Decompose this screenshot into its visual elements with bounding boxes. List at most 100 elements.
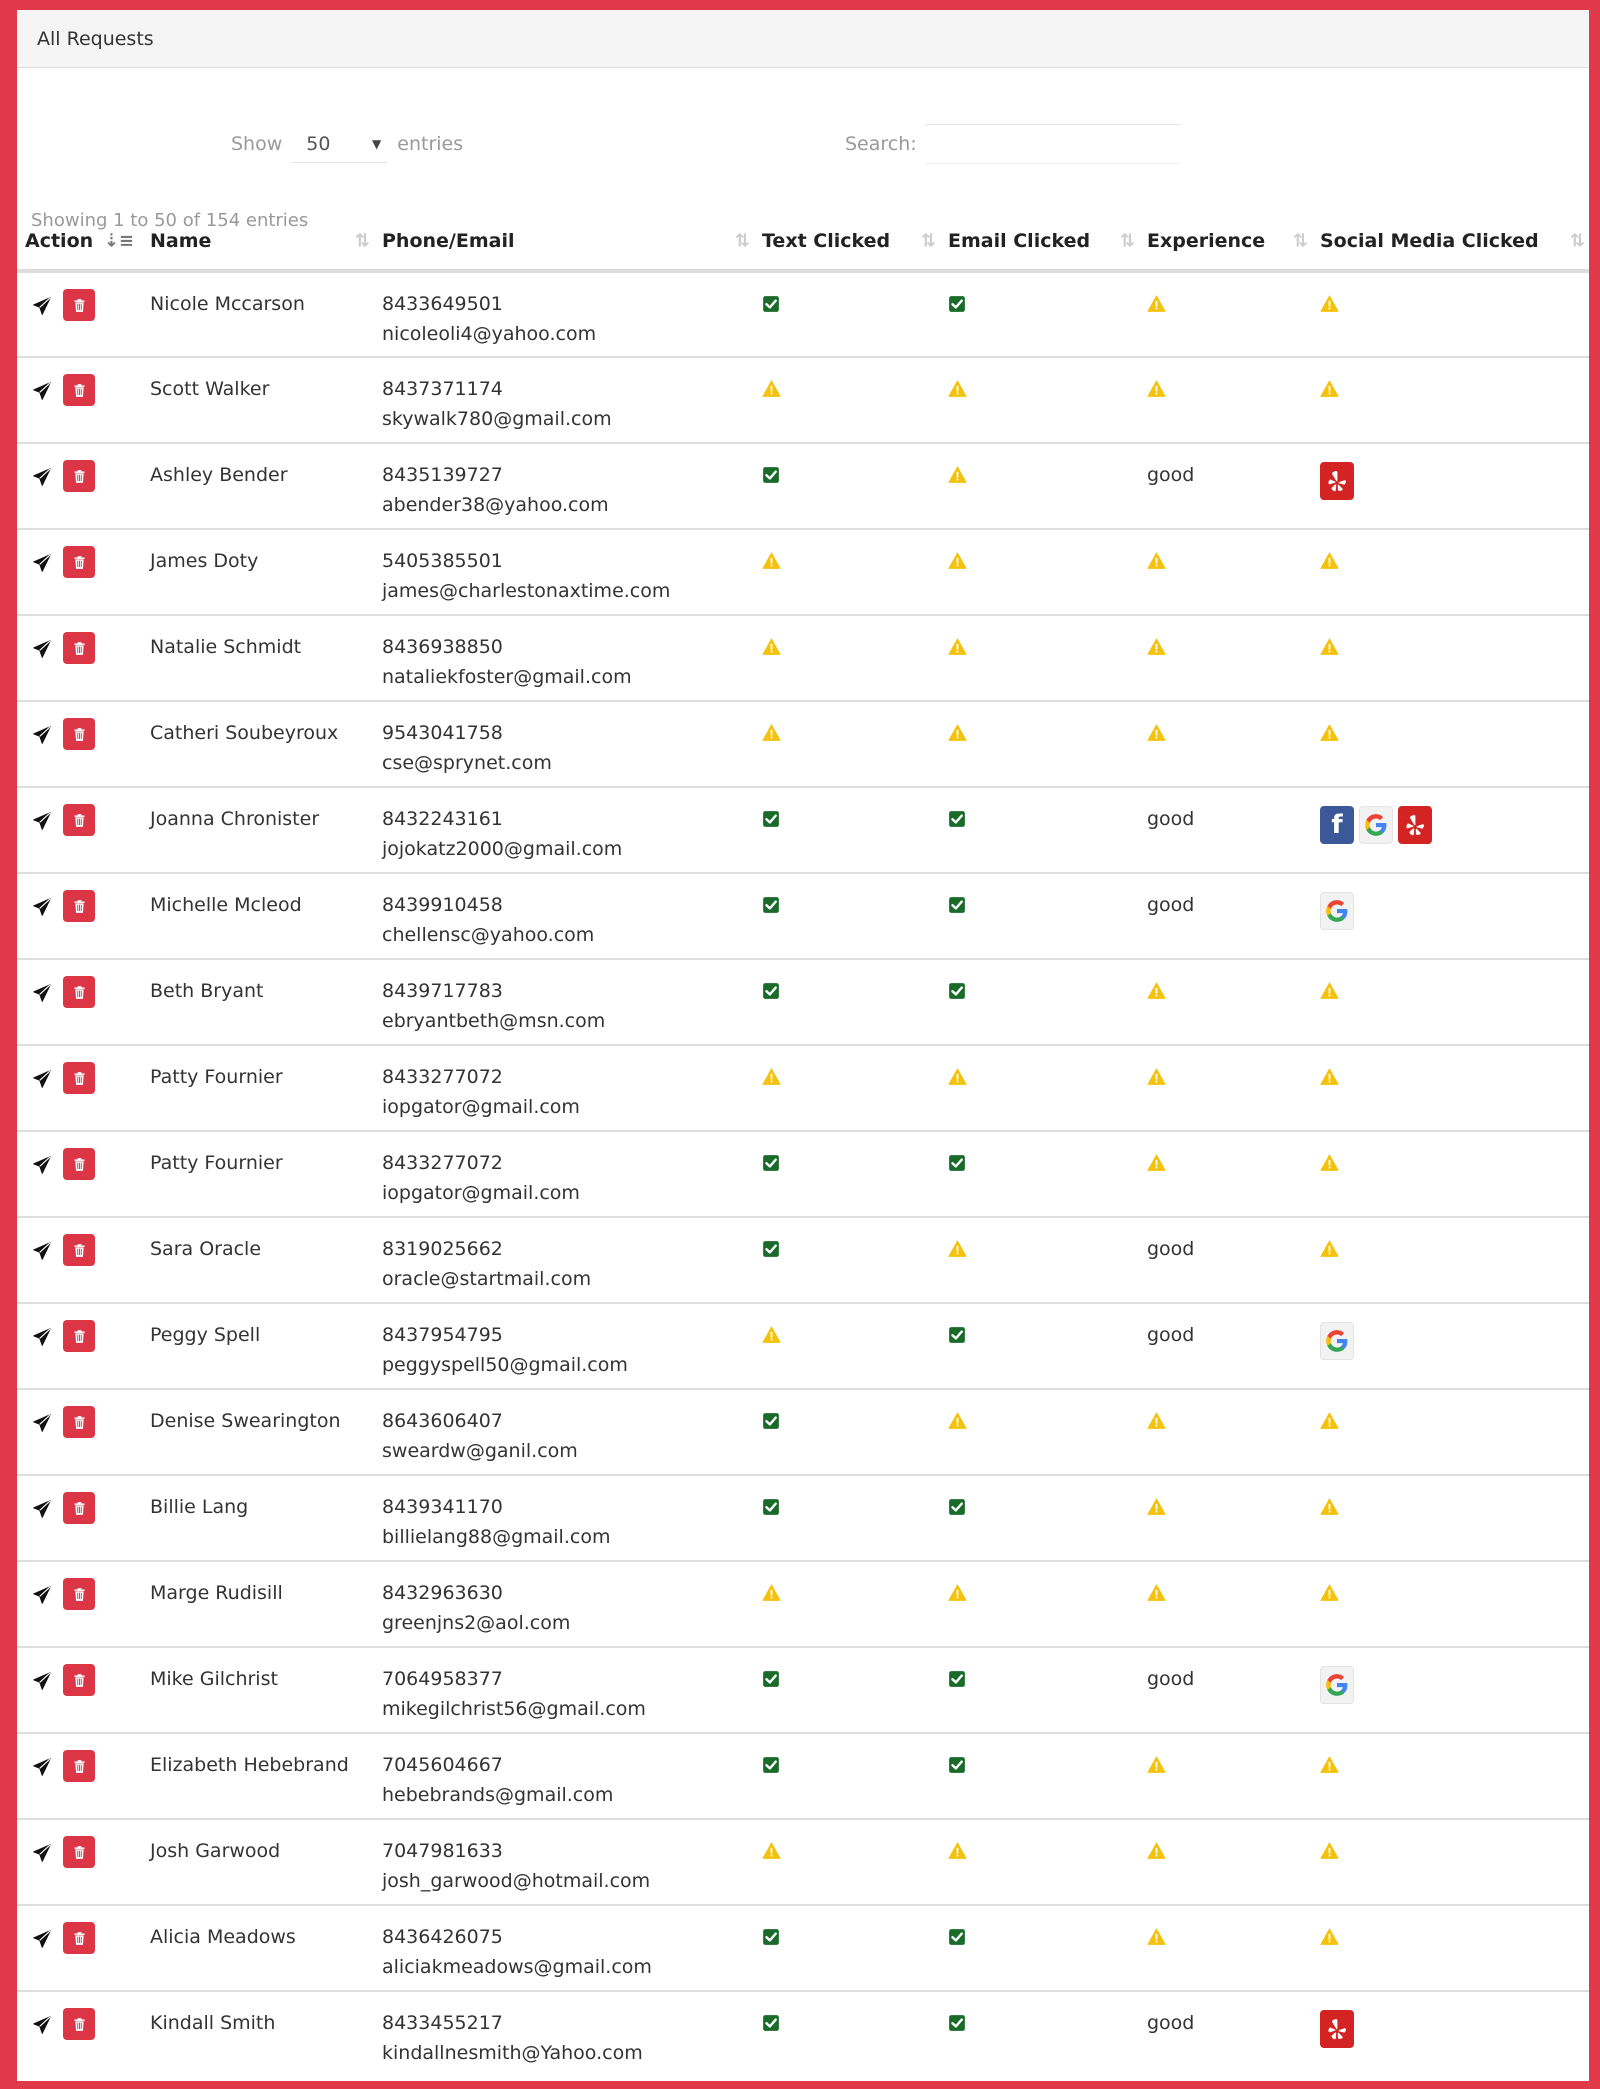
social-media-cell bbox=[1312, 614, 1589, 701]
sort-icon[interactable]: ⇅ bbox=[1293, 231, 1308, 252]
email-address: chellensc@yahoo.com bbox=[382, 924, 595, 946]
check-icon bbox=[762, 1928, 780, 1946]
yelp-icon[interactable] bbox=[1320, 2010, 1354, 2048]
email-address: james@charlestonaxtime.com bbox=[382, 580, 671, 602]
delete-button[interactable] bbox=[63, 890, 95, 922]
social-media-cell bbox=[1312, 1474, 1589, 1561]
delete-button[interactable] bbox=[63, 1750, 95, 1782]
send-icon[interactable] bbox=[33, 984, 51, 1002]
delete-button[interactable] bbox=[63, 718, 95, 750]
sort-icon[interactable]: ⇅ bbox=[355, 231, 370, 252]
phone-number: 8432243161 bbox=[382, 808, 503, 830]
facebook-icon[interactable]: f bbox=[1320, 806, 1354, 844]
table-row: Sara Oracle 8319025662 oracle@startmail.co… bbox=[17, 1216, 1589, 1303]
delete-button[interactable] bbox=[63, 460, 95, 492]
send-icon[interactable] bbox=[33, 1242, 51, 1260]
social-media-cell bbox=[1312, 872, 1589, 959]
text-clicked-cell bbox=[754, 1216, 940, 1303]
entries-length-select[interactable]: 50 ▼ bbox=[292, 125, 388, 163]
delete-button[interactable] bbox=[63, 1664, 95, 1696]
customer-name: Nicole Mccarson bbox=[150, 293, 305, 315]
column-header-social-media-clicked[interactable]: Social Media Clicked ⇅ bbox=[1312, 213, 1589, 273]
phone-number: 8435139727 bbox=[382, 464, 503, 486]
google-icon[interactable] bbox=[1320, 892, 1354, 930]
send-icon[interactable] bbox=[33, 1414, 51, 1432]
sort-icon[interactable]: ⇅ bbox=[735, 231, 750, 252]
table-row: Natalie Schmidt 8436938850 nataliekfoster@… bbox=[17, 614, 1589, 701]
check-icon bbox=[762, 982, 780, 1000]
sort-icon[interactable]: ⇅ bbox=[1120, 231, 1135, 252]
send-icon[interactable] bbox=[33, 2016, 51, 2034]
column-header-name[interactable]: Name ⇅ bbox=[142, 213, 374, 273]
send-icon[interactable] bbox=[33, 554, 51, 572]
google-icon[interactable] bbox=[1320, 1322, 1354, 1360]
column-header-phone-email[interactable]: Phone/Email ⇅ bbox=[374, 213, 754, 273]
send-icon[interactable] bbox=[33, 1070, 51, 1088]
warning-icon bbox=[1147, 1068, 1166, 1086]
delete-button[interactable] bbox=[63, 1320, 95, 1352]
delete-button[interactable] bbox=[63, 1148, 95, 1180]
delete-button[interactable] bbox=[63, 1922, 95, 1954]
delete-button[interactable] bbox=[63, 289, 95, 321]
email-clicked-cell bbox=[940, 1560, 1139, 1647]
text-clicked-cell bbox=[754, 1904, 940, 1991]
delete-button[interactable] bbox=[63, 546, 95, 578]
search-input[interactable] bbox=[924, 124, 1180, 164]
delete-button[interactable] bbox=[63, 632, 95, 664]
warning-icon bbox=[948, 1068, 967, 1086]
send-icon[interactable] bbox=[33, 297, 51, 315]
send-icon[interactable] bbox=[33, 1328, 51, 1346]
delete-button[interactable] bbox=[63, 1492, 95, 1524]
delete-button[interactable] bbox=[63, 1578, 95, 1610]
action-cell bbox=[17, 1560, 142, 1647]
trash-icon bbox=[73, 1673, 85, 1687]
email-address: ebryantbeth@msn.com bbox=[382, 1010, 606, 1032]
send-icon[interactable] bbox=[33, 1500, 51, 1518]
send-icon[interactable] bbox=[33, 640, 51, 658]
send-icon[interactable] bbox=[33, 812, 51, 830]
send-icon[interactable] bbox=[33, 1844, 51, 1862]
google-icon[interactable] bbox=[1320, 1666, 1354, 1704]
name-cell: Marge Rudisill bbox=[142, 1560, 374, 1647]
sort-icon[interactable]: ⇅ bbox=[921, 231, 936, 252]
action-cell bbox=[17, 700, 142, 787]
name-cell: Denise Swearington bbox=[142, 1388, 374, 1475]
send-icon[interactable] bbox=[33, 1930, 51, 1948]
experience-cell bbox=[1139, 1818, 1312, 1905]
column-header-action[interactable]: Action ⇣≡ bbox=[17, 213, 142, 273]
send-icon[interactable] bbox=[33, 468, 51, 486]
column-header-email-clicked[interactable]: Email Clicked ⇅ bbox=[940, 213, 1139, 273]
delete-button[interactable] bbox=[63, 1062, 95, 1094]
sort-icon[interactable]: ⇣≡ bbox=[104, 231, 134, 252]
action-cell bbox=[17, 958, 142, 1045]
send-icon[interactable] bbox=[33, 1672, 51, 1690]
yelp-icon[interactable] bbox=[1398, 806, 1432, 844]
delete-button[interactable] bbox=[63, 1234, 95, 1266]
delete-button[interactable] bbox=[63, 2008, 95, 2040]
yelp-icon[interactable] bbox=[1320, 462, 1354, 500]
warning-icon bbox=[1147, 1842, 1166, 1860]
delete-button[interactable] bbox=[63, 374, 95, 406]
send-icon[interactable] bbox=[33, 898, 51, 916]
column-header-text-clicked[interactable]: Text Clicked ⇅ bbox=[754, 213, 940, 273]
delete-button[interactable] bbox=[63, 804, 95, 836]
send-icon[interactable] bbox=[33, 726, 51, 744]
social-icons bbox=[1320, 1666, 1581, 1704]
google-icon[interactable] bbox=[1359, 806, 1393, 844]
check-icon bbox=[948, 1756, 966, 1774]
phone-number: 8439341170 bbox=[382, 1496, 503, 1518]
send-icon[interactable] bbox=[33, 1156, 51, 1174]
table-row: Denise Swearington 8643606407 sweardw@gani… bbox=[17, 1388, 1589, 1475]
check-icon bbox=[762, 896, 780, 914]
send-icon[interactable] bbox=[33, 382, 51, 400]
delete-button[interactable] bbox=[63, 1406, 95, 1438]
sort-icon[interactable]: ⇅ bbox=[1570, 231, 1585, 252]
delete-button[interactable] bbox=[63, 1836, 95, 1868]
send-icon[interactable] bbox=[33, 1586, 51, 1604]
send-icon[interactable] bbox=[33, 1758, 51, 1776]
delete-button[interactable] bbox=[63, 976, 95, 1008]
experience-cell bbox=[1139, 356, 1312, 443]
column-header-experience[interactable]: Experience ⇅ bbox=[1139, 213, 1312, 273]
customer-name: Marge Rudisill bbox=[150, 1582, 283, 1604]
warning-icon bbox=[1320, 1154, 1339, 1172]
